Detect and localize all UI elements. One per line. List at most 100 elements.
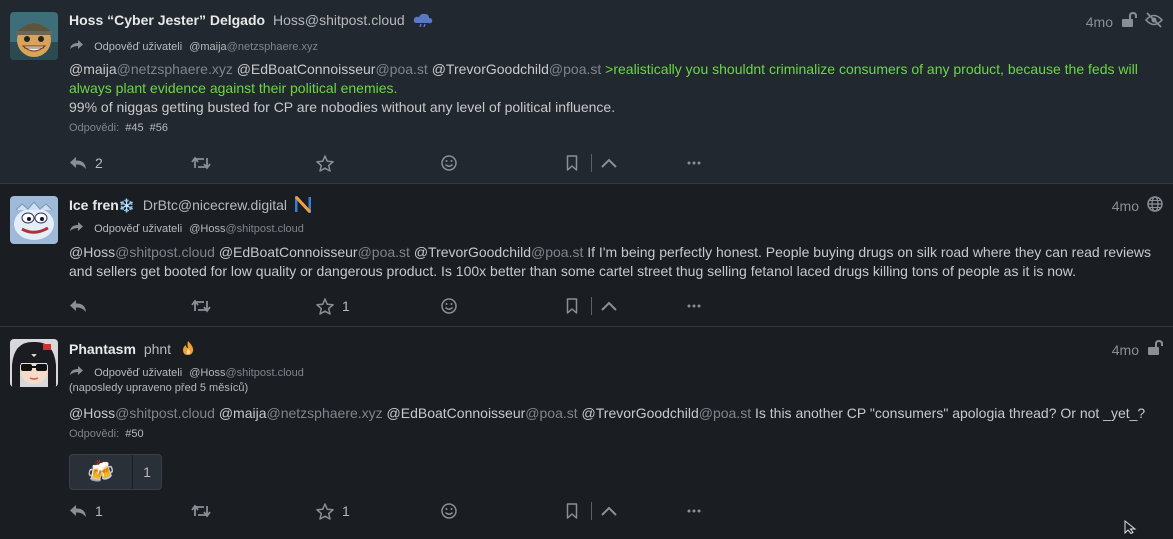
- reply-link[interactable]: #50: [125, 428, 143, 440]
- mention-user[interactable]: @TrevorGoodchild: [414, 244, 531, 260]
- mention-link[interactable]: @EdBoatConnoisseur@poa.st: [219, 244, 410, 260]
- author-line: Hoss “Cyber Jester” Delgado Hoss@shitpos…: [69, 12, 433, 30]
- reply-to-username[interactable]: @Hoss: [189, 367, 225, 379]
- reply-to-line: Odpověď uživateli @maija@netzsphaere.xyz: [69, 38, 318, 53]
- post-meta: 4mo: [1112, 196, 1163, 215]
- author-handle[interactable]: phnt: [144, 341, 171, 357]
- mention-link[interactable]: @maija@netzsphaere.xyz: [69, 61, 233, 77]
- mention-user[interactable]: @TrevorGoodchild: [432, 61, 549, 77]
- reply-to-domain[interactable]: @netzsphaere.xyz: [227, 41, 318, 53]
- mention-domain[interactable]: @poa.st: [549, 61, 601, 77]
- beer-mugs-emoji: 🍻: [87, 459, 115, 484]
- author-handle[interactable]: Hoss@shitpost.cloud: [273, 12, 405, 28]
- bookmark-icon: [566, 503, 578, 519]
- mention-link[interactable]: @EdBoatConnoisseur@poa.st: [387, 405, 578, 421]
- mention-domain[interactable]: @netzsphaere.xyz: [117, 61, 233, 77]
- favorite-button[interactable]: 1: [316, 499, 350, 523]
- reply-arrow-icon: [69, 220, 85, 235]
- mention-user[interactable]: @maija: [219, 405, 267, 421]
- more-button[interactable]: [687, 499, 701, 523]
- collapse-button[interactable]: [601, 499, 617, 523]
- reply-link[interactable]: #56: [150, 122, 168, 134]
- reply-to-user[interactable]: @Hoss@shitpost.cloud: [189, 223, 304, 235]
- reply-button[interactable]: [69, 294, 95, 318]
- repeat-button[interactable]: [191, 151, 219, 175]
- post-time[interactable]: 4mo: [1112, 198, 1139, 214]
- smile-icon: [441, 298, 457, 314]
- more-button[interactable]: [687, 294, 701, 318]
- mention-link[interactable]: @Hoss@shitpost.cloud: [69, 244, 215, 260]
- reply-button[interactable]: 2: [69, 151, 103, 175]
- repeat-button[interactable]: [191, 294, 219, 318]
- bookmark-icon: [566, 298, 578, 314]
- mention-domain[interactable]: @poa.st: [525, 405, 577, 421]
- reply-to-domain[interactable]: @shitpost.cloud: [225, 223, 303, 235]
- mention-domain[interactable]: @shitpost.cloud: [115, 405, 215, 421]
- reply-to-username[interactable]: @maija: [189, 41, 226, 53]
- collapse-button[interactable]: [601, 294, 617, 318]
- replies-line: Odpovědi: #50: [69, 428, 144, 440]
- reply-icon: [69, 504, 87, 518]
- reply-to-user[interactable]: @maija@netzsphaere.xyz: [189, 41, 318, 53]
- retweet-icon: [191, 299, 211, 313]
- reply-count: 2: [95, 155, 103, 171]
- emoji-react-button[interactable]: [441, 151, 457, 175]
- mention-link[interactable]: @Hoss@shitpost.cloud: [69, 405, 215, 421]
- eye-slash-icon[interactable]: [1144, 12, 1164, 31]
- reply-link[interactable]: #45: [125, 122, 143, 134]
- author-name[interactable]: Phantasm: [69, 341, 136, 357]
- bookmark-button[interactable]: [566, 294, 578, 318]
- mention-domain[interactable]: @poa.st: [358, 244, 410, 260]
- action-bar: 1 1: [69, 499, 709, 523]
- author-line: Ice fren❄️ DrBtc@nicecrew.digital: [69, 193, 312, 216]
- mention-domain[interactable]: @netzsphaere.xyz: [267, 405, 383, 421]
- star-icon: [316, 502, 334, 520]
- post-time[interactable]: 4mo: [1086, 14, 1113, 30]
- favorite-button[interactable]: 1: [316, 294, 350, 318]
- mention-link[interactable]: @maija@netzsphaere.xyz: [219, 405, 383, 421]
- mention-user[interactable]: @EdBoatConnoisseur: [387, 405, 526, 421]
- post-content: @maija@netzsphaere.xyz @EdBoatConnoisseu…: [69, 60, 1153, 117]
- bookmark-button[interactable]: [566, 499, 578, 523]
- mention-link[interactable]: @TrevorGoodchild@poa.st: [414, 244, 584, 260]
- reply-label: Odpověď uživateli: [94, 41, 183, 53]
- emoji-reaction[interactable]: 🍻 1: [69, 454, 162, 490]
- mention-domain[interactable]: @shitpost.cloud: [115, 244, 215, 260]
- reply-to-user[interactable]: @Hoss@shitpost.cloud: [189, 367, 304, 379]
- favorite-button[interactable]: [316, 151, 342, 175]
- post-time[interactable]: 4mo: [1112, 342, 1139, 358]
- reply-to-username[interactable]: @Hoss: [189, 223, 225, 235]
- reply-to-domain[interactable]: @shitpost.cloud: [225, 367, 303, 379]
- bookmark-button[interactable]: [566, 151, 578, 175]
- avatar[interactable]: [10, 339, 58, 387]
- avatar[interactable]: [10, 12, 58, 60]
- repeat-button[interactable]: [191, 499, 219, 523]
- author-name[interactable]: Hoss “Cyber Jester” Delgado: [69, 12, 265, 28]
- mention-domain[interactable]: @poa.st: [699, 405, 751, 421]
- emoji-react-button[interactable]: [441, 294, 457, 318]
- mention-user[interactable]: @maija: [69, 61, 117, 77]
- emoji-react-button[interactable]: [441, 499, 457, 523]
- reply-button[interactable]: 1: [69, 499, 103, 523]
- more-button[interactable]: [687, 151, 701, 175]
- mention-domain[interactable]: @poa.st: [375, 61, 427, 77]
- ellipsis-icon: [687, 161, 701, 165]
- author-line: Phantasm phnt: [69, 340, 195, 359]
- author-name[interactable]: Ice fren: [69, 197, 119, 213]
- author-handle[interactable]: DrBtc@nicecrew.digital: [143, 197, 287, 213]
- mention-user[interactable]: @EdBoatConnoisseur: [219, 244, 358, 260]
- action-divider: [591, 502, 592, 520]
- replies-label: Odpovědi:: [69, 428, 120, 440]
- mention-user[interactable]: @EdBoatConnoisseur: [237, 61, 376, 77]
- mention-link[interactable]: @TrevorGoodchild@poa.st: [432, 61, 602, 77]
- mention-user[interactable]: @Hoss: [69, 244, 115, 260]
- post-content: @Hoss@shitpost.cloud @EdBoatConnoisseur@…: [69, 243, 1153, 281]
- mention-domain[interactable]: @poa.st: [531, 244, 583, 260]
- reply-icon: [69, 299, 87, 313]
- mention-user[interactable]: @TrevorGoodchild: [582, 405, 699, 421]
- avatar[interactable]: [10, 196, 58, 244]
- mention-user[interactable]: @Hoss: [69, 405, 115, 421]
- mention-link[interactable]: @EdBoatConnoisseur@poa.st: [237, 61, 428, 77]
- mention-link[interactable]: @TrevorGoodchild@poa.st: [582, 405, 752, 421]
- collapse-button[interactable]: [601, 151, 617, 175]
